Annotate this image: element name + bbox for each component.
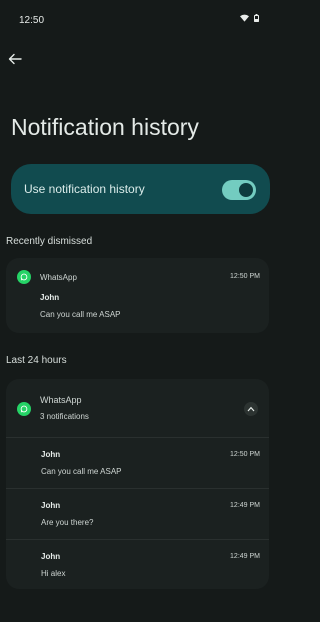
sender-name: John bbox=[41, 450, 61, 459]
whatsapp-icon bbox=[17, 402, 31, 416]
status-time: 12:50 bbox=[19, 15, 45, 26]
recently-dismissed-card[interactable]: WhatsApp 12:50 PM John Can you call me A… bbox=[6, 258, 269, 333]
wifi-icon bbox=[240, 14, 249, 22]
whatsapp-icon bbox=[17, 270, 31, 284]
last-24-hours-card: WhatsApp 3 notifications John 12:50 PM C… bbox=[6, 379, 269, 589]
switch-knob bbox=[239, 183, 253, 197]
back-arrow-icon[interactable] bbox=[7, 51, 23, 67]
app-name: WhatsApp bbox=[40, 395, 82, 405]
whatsapp-group-header[interactable]: WhatsApp 3 notifications bbox=[6, 379, 269, 429]
notification-message: Can you call me ASAP bbox=[40, 310, 121, 319]
sender-name: John bbox=[41, 501, 61, 510]
app-name: WhatsApp bbox=[40, 273, 77, 282]
toggle-switch[interactable] bbox=[222, 180, 256, 200]
toggle-label: Use notification history bbox=[24, 182, 145, 196]
notification-time: 12:49 PM bbox=[230, 502, 260, 509]
notification-message: Can you call me ASAP bbox=[41, 467, 122, 476]
collapse-button[interactable] bbox=[244, 402, 258, 416]
notification-time: 12:50 PM bbox=[230, 273, 260, 280]
sender-name: John bbox=[41, 552, 61, 561]
notification-message: Hi alex bbox=[41, 569, 66, 578]
status-icons bbox=[240, 14, 259, 22]
notification-message: Are you there? bbox=[41, 518, 94, 527]
notification-item[interactable]: John 12:50 PM Can you call me ASAP bbox=[6, 438, 269, 488]
sender-name: John bbox=[40, 293, 60, 302]
notification-time: 12:49 PM bbox=[230, 553, 260, 560]
status-bar: 12:50 bbox=[0, 0, 277, 40]
notification-time: 12:50 PM bbox=[230, 451, 260, 458]
use-notification-history-toggle[interactable]: Use notification history bbox=[11, 164, 270, 214]
notification-item[interactable]: John 12:49 PM Are you there? bbox=[6, 489, 269, 539]
section-title-recently-dismissed: Recently dismissed bbox=[6, 236, 93, 247]
section-title-last-24-hours: Last 24 hours bbox=[6, 355, 67, 366]
notification-item[interactable]: John 12:49 PM Hi alex bbox=[6, 540, 269, 590]
battery-icon bbox=[254, 14, 259, 22]
page-title: Notification history bbox=[11, 114, 199, 140]
notification-count: 3 notifications bbox=[40, 412, 89, 421]
chevron-up-icon bbox=[247, 406, 255, 412]
